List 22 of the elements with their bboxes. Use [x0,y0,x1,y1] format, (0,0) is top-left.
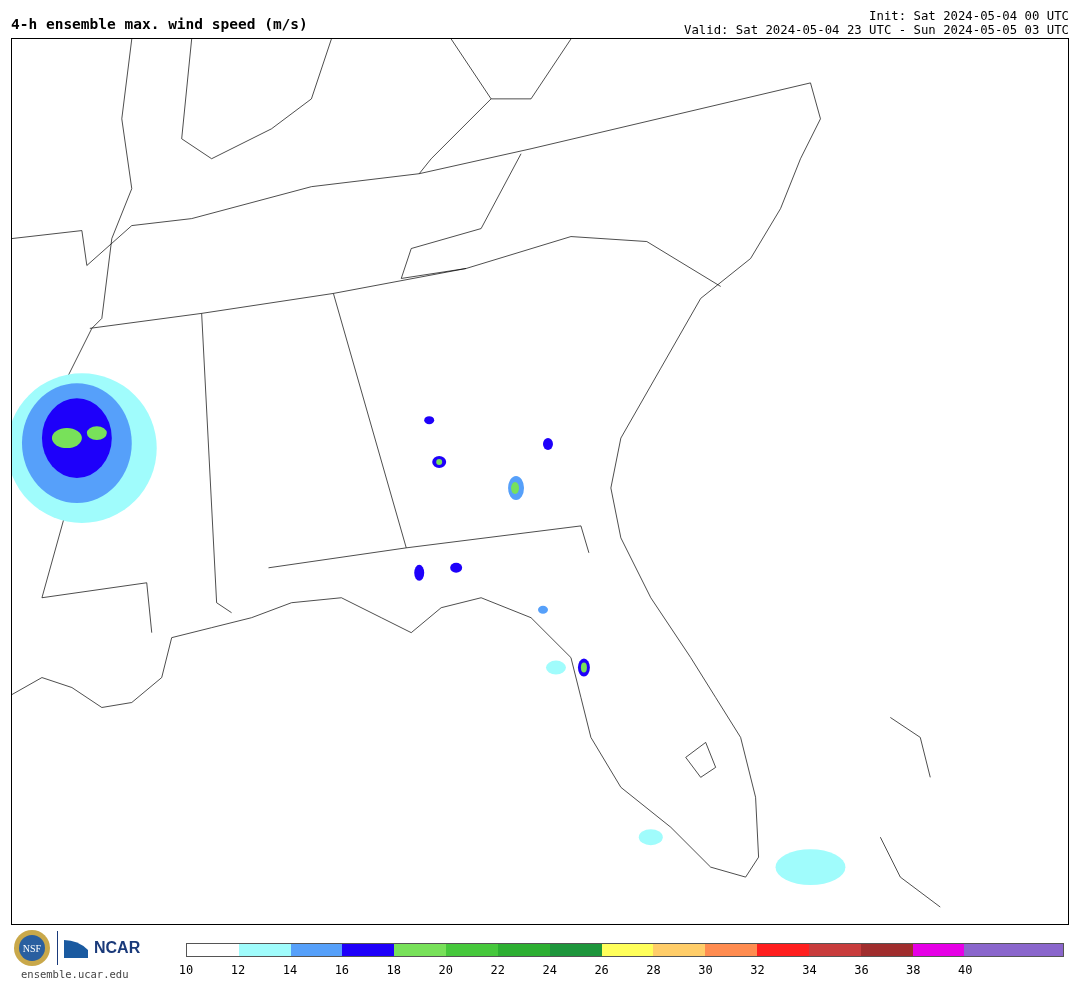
ncar-logo-icon [64,938,88,958]
tick-label: 28 [646,962,661,979]
tick-label: 36 [854,962,869,979]
tick-label: 30 [698,962,713,979]
tick-label: 16 [334,962,350,979]
tick-label: 10 [178,962,194,979]
tick-label: 40 [958,962,973,979]
init-time: Init: Sat 2024-05-04 00 UTC [868,9,1069,23]
tick-label: 18 [386,962,402,979]
tick-label: 38 [906,962,921,979]
ncar-logo-text: NCAR [94,938,141,958]
tick-label: 12 [230,962,246,979]
nsf-logo: NSF [13,929,51,967]
tick-label: 26 [594,962,609,979]
tick-label: 24 [542,962,557,979]
tick-label: 32 [750,962,765,979]
valid-time: Valid: Sat 2024-05-04 23 UTC - Sun 2024-05-05 03 UTC [684,23,1069,37]
tick-label: 34 [802,962,817,979]
chart-title: 4-h ensemble max. wind speed (m/s) [11,16,308,34]
tick-label: 22 [490,962,505,979]
tick-label: 20 [438,962,453,979]
tick-label: 14 [282,962,298,979]
